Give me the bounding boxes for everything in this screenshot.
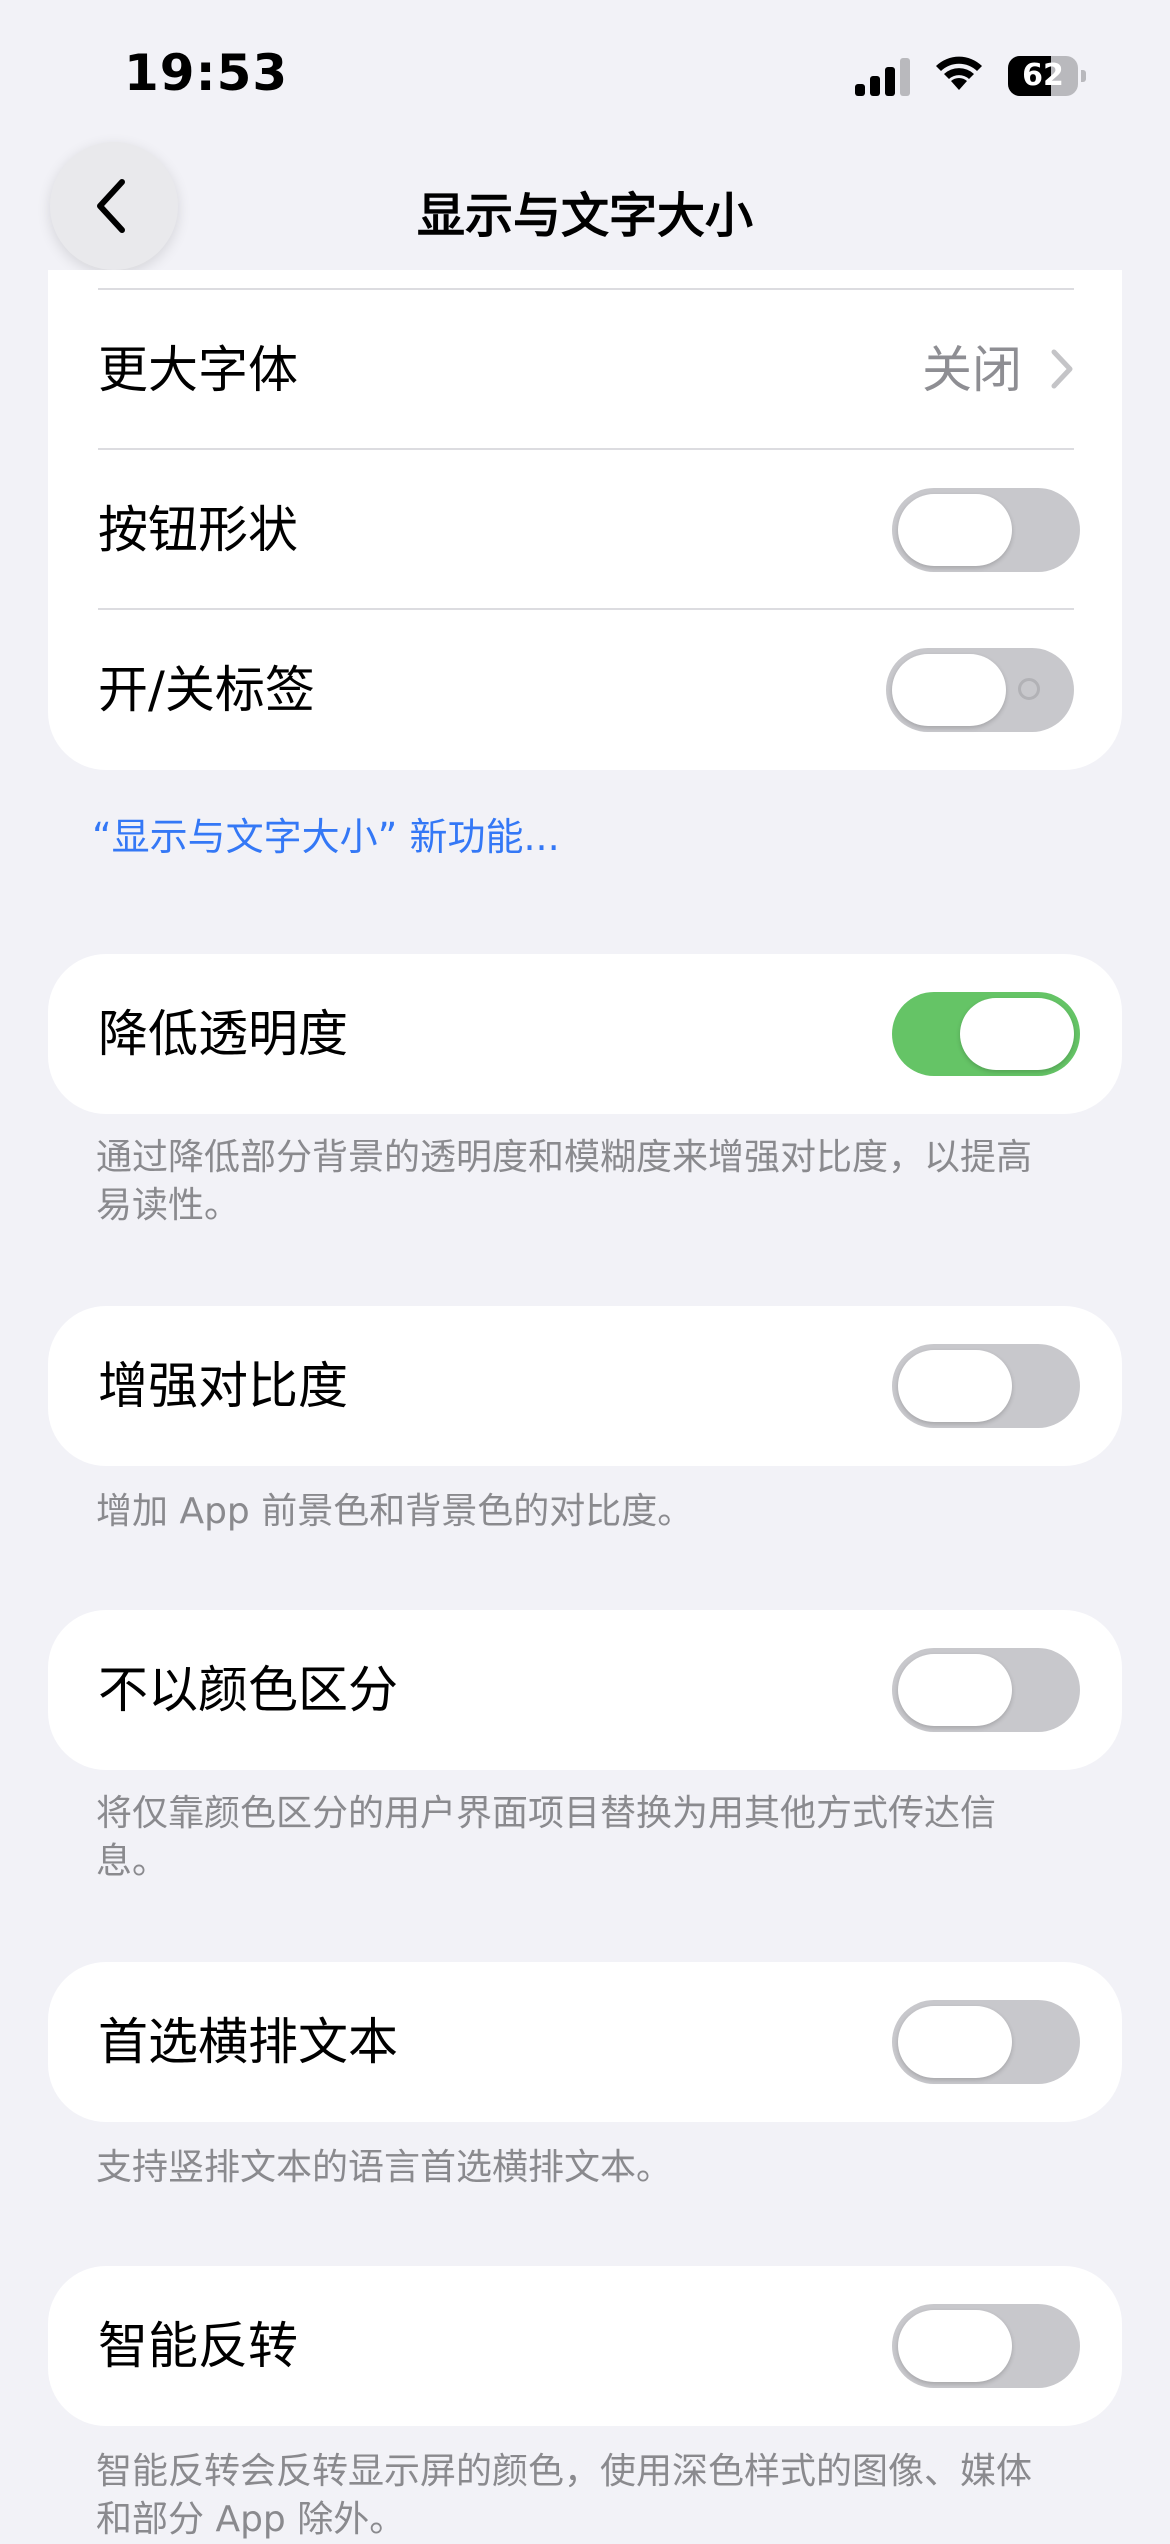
reduce-transparency-row: 降低透明度 xyxy=(48,954,1122,1114)
on-off-labels-toggle[interactable] xyxy=(886,648,1074,732)
larger-text-value: 关闭 xyxy=(922,341,1022,399)
prefer-horizontal-text-toggle[interactable] xyxy=(892,2000,1080,2084)
increase-contrast-toggle[interactable] xyxy=(892,1344,1080,1428)
navigation-bar: 显示与文字大小 xyxy=(0,140,1170,280)
smart-invert-row: 智能反转 xyxy=(48,2266,1122,2426)
differentiate-without-color-footer: 将仅靠颜色区分的用户界面项目替换为用其他方式传达信息。 xyxy=(96,1793,997,1882)
page-title: 显示与文字大小 xyxy=(416,188,753,244)
reduce-transparency-footer: 通过降低部分背景的透明度和模糊度来增强对比度，以提高易读性。 xyxy=(96,1137,1033,1226)
smart-invert-footer: 智能反转会反转显示屏的颜色，使用深色样式的图像、媒体和部分 App 除外。 xyxy=(96,2451,1033,2540)
battery-percentage: 62 xyxy=(1022,58,1064,93)
prefer-horizontal-text-footer: 支持竖排文本的语言首选横排文本。 xyxy=(96,2147,673,2188)
battery-icon: 62 xyxy=(1008,56,1086,96)
increase-contrast-row: 增强对比度 xyxy=(48,1306,1122,1466)
differentiate-without-color-label: 不以颜色区分 xyxy=(98,1661,398,1719)
larger-text-label: 更大字体 xyxy=(98,341,298,399)
smart-invert-label: 智能反转 xyxy=(98,2317,298,2375)
text-options-group: 更大字体 关闭 按钮形状 开/关标签 xyxy=(48,270,1122,770)
button-shapes-row: 按钮形状 xyxy=(48,450,1122,610)
off-indicator-icon xyxy=(1018,678,1040,700)
differentiate-without-color-row: 不以颜色区分 xyxy=(48,1610,1122,1770)
cellular-signal-icon xyxy=(855,58,910,96)
status-time: 19:53 xyxy=(124,44,289,102)
wifi-icon xyxy=(936,56,982,90)
button-shapes-label: 按钮形状 xyxy=(98,501,298,559)
larger-text-row[interactable]: 更大字体 关闭 xyxy=(48,290,1122,450)
on-off-labels-label: 开/关标签 xyxy=(98,661,315,719)
whats-new-link[interactable]: “显示与文字大小” 新功能... xyxy=(92,806,560,861)
increase-contrast-footer: 增加 App 前景色和背景色的对比度。 xyxy=(96,1491,694,1532)
smart-invert-toggle[interactable] xyxy=(892,2304,1080,2388)
reduce-transparency-toggle[interactable] xyxy=(892,992,1080,1076)
chevron-right-icon xyxy=(1051,349,1073,389)
increase-contrast-label: 增强对比度 xyxy=(98,1357,348,1415)
button-shapes-toggle[interactable] xyxy=(892,488,1080,572)
differentiate-without-color-toggle[interactable] xyxy=(892,1648,1080,1732)
prefer-horizontal-text-label: 首选横排文本 xyxy=(98,2013,398,2071)
status-bar: 19:53 62 xyxy=(0,0,1170,150)
reduce-transparency-label: 降低透明度 xyxy=(98,1005,348,1063)
prefer-horizontal-text-row: 首选横排文本 xyxy=(48,1962,1122,2122)
on-off-labels-row: 开/关标签 xyxy=(48,610,1122,770)
